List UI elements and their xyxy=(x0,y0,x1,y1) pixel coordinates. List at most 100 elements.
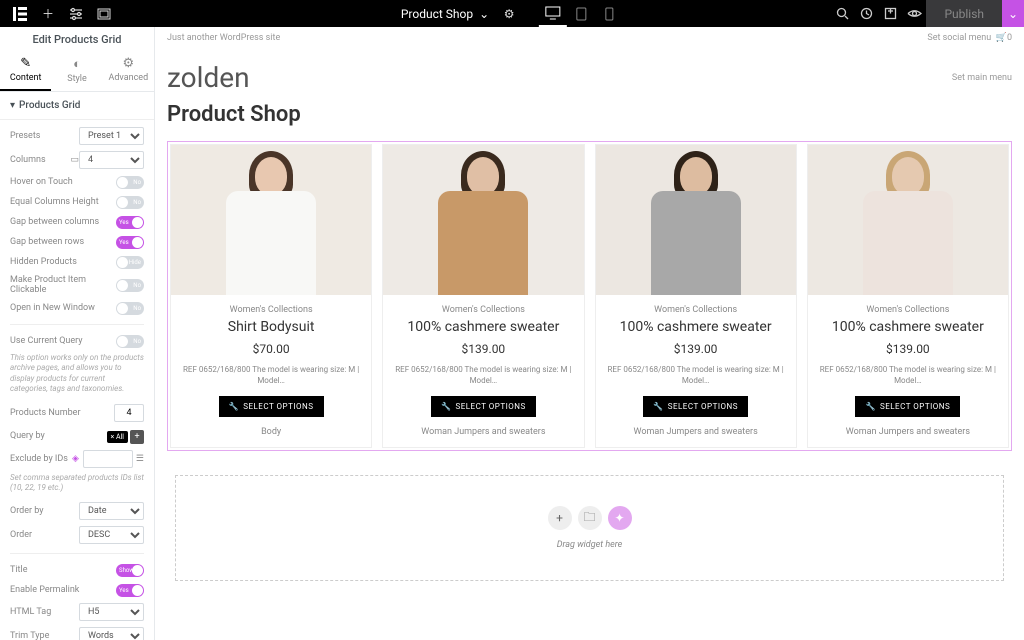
select-html-tag[interactable]: H5 xyxy=(79,603,144,621)
select-options-button[interactable]: 🔧SELECT OPTIONS xyxy=(431,396,536,417)
label-presets: Presets xyxy=(10,131,79,141)
select-presets[interactable]: Preset 1 xyxy=(79,127,144,145)
page-name: Product Shop xyxy=(401,7,473,21)
label-columns: Columns xyxy=(10,155,67,165)
label-permalink: Enable Permalink xyxy=(10,585,116,595)
label-hover: Hover on Touch xyxy=(10,177,116,187)
input-exclude[interactable] xyxy=(83,450,133,468)
product-title: 100% cashmere sweater xyxy=(602,319,790,336)
select-order-by[interactable]: Date xyxy=(79,502,144,520)
mobile-device-icon[interactable] xyxy=(595,0,623,27)
toggle-hidden[interactable]: Hide xyxy=(116,256,144,269)
product-price: $139.00 xyxy=(602,342,790,356)
tab-style[interactable]: ◐Style xyxy=(51,52,102,91)
product-title: Shirt Bodysuit xyxy=(177,319,365,336)
droplet-icon: ◐ xyxy=(51,56,102,72)
product-card[interactable]: Women's Collections100% cashmere sweater… xyxy=(382,144,584,448)
label-gap-columns: Gap between columns xyxy=(10,217,116,227)
gear-icon: ⚙ xyxy=(103,56,154,71)
label-order-by: Order by xyxy=(10,506,79,516)
whats-new-icon[interactable] xyxy=(878,2,902,26)
product-tag: Body xyxy=(177,427,365,437)
page-selector[interactable]: Product Shop ⌄ xyxy=(401,7,489,21)
toggle-clickable[interactable]: No xyxy=(116,279,144,292)
select-trim-type[interactable]: Words xyxy=(79,627,144,640)
history-icon[interactable] xyxy=(854,2,878,26)
drop-zone[interactable]: + 🗀 ✦ Drag widget here xyxy=(175,475,1004,581)
label-hidden: Hidden Products xyxy=(10,257,116,267)
tab-advanced[interactable]: ⚙Advanced xyxy=(103,52,154,91)
product-description: REF 0652/168/800 The model is wearing si… xyxy=(602,364,790,386)
elementor-logo-icon[interactable] xyxy=(8,2,32,26)
add-query-icon[interactable]: + xyxy=(130,430,144,444)
top-toolbar: ＋ Product Shop ⌄ ⚙ Publish ⌄ xyxy=(0,0,1024,27)
label-exclude: Exclude by IDs xyxy=(10,454,69,464)
publish-button[interactable]: Publish xyxy=(926,0,1002,27)
product-category: Women's Collections xyxy=(602,305,790,315)
select-order[interactable]: DESC xyxy=(79,526,144,544)
toggle-title[interactable]: Show xyxy=(116,564,144,577)
toggle-equal-height[interactable]: No xyxy=(116,196,144,209)
label-new-window: Open in New Window xyxy=(10,303,116,313)
select-options-button[interactable]: 🔧SELECT OPTIONS xyxy=(855,396,960,417)
label-use-current-query: Use Current Query xyxy=(10,336,116,346)
search-icon[interactable] xyxy=(830,2,854,26)
product-card[interactable]: Women's CollectionsShirt Bodysuit$70.00R… xyxy=(170,144,372,448)
toggle-new-window[interactable]: No xyxy=(116,302,144,315)
toggle-gap-columns[interactable]: Yes xyxy=(116,216,144,229)
label-equal-height: Equal Columns Height xyxy=(10,197,116,207)
product-price: $139.00 xyxy=(389,342,577,356)
product-price: $70.00 xyxy=(177,342,365,356)
sidebar-title: Edit Products Grid xyxy=(0,27,154,52)
select-columns[interactable]: 4 xyxy=(79,151,144,169)
toggle-use-current-query[interactable]: No xyxy=(116,335,144,348)
responsive-icon[interactable]: ▭ xyxy=(70,155,79,165)
site-brand: zolden xyxy=(167,61,250,94)
product-tag: Woman Jumpers and sweaters xyxy=(814,427,1002,437)
product-tag: Woman Jumpers and sweaters xyxy=(602,427,790,437)
site-settings-icon[interactable] xyxy=(64,2,88,26)
add-element-icon[interactable]: ＋ xyxy=(36,2,60,26)
select-options-button[interactable]: 🔧SELECT OPTIONS xyxy=(643,396,748,417)
select-options-button[interactable]: 🔧SELECT OPTIONS xyxy=(219,396,324,417)
template-library-icon[interactable]: 🗀 xyxy=(578,506,602,530)
product-category: Women's Collections xyxy=(814,305,1002,315)
dynamic-icon[interactable]: ◈ xyxy=(72,454,79,464)
product-tag: Woman Jumpers and sweaters xyxy=(389,427,577,437)
tab-content[interactable]: ✎Content xyxy=(0,52,51,91)
badge-query-all[interactable]: × All xyxy=(107,431,128,443)
editor-canvas: Just another WordPress site Set social m… xyxy=(155,27,1024,640)
tablet-device-icon[interactable] xyxy=(567,0,595,27)
add-section-icon[interactable]: + xyxy=(548,506,572,530)
products-grid-widget[interactable]: Women's Collections Shirt Bodysuit $70.00 R… xyxy=(167,141,1012,451)
main-menu-link[interactable]: Set main menu xyxy=(952,73,1012,83)
product-card[interactable]: Women's Collections100% cashmere sweater… xyxy=(807,144,1009,448)
label-trim-type: Trim Type xyxy=(10,631,79,640)
input-products-number[interactable] xyxy=(114,404,144,422)
product-image xyxy=(171,145,371,295)
toggle-permalink[interactable]: Yes xyxy=(116,584,144,597)
product-card[interactable]: Women's Collections 100% cashmere sweater… xyxy=(595,144,797,448)
page-title: Product Shop xyxy=(167,102,1012,127)
label-html-tag: HTML Tag xyxy=(10,607,79,617)
database-icon[interactable]: ☰ xyxy=(136,454,144,464)
caret-down-icon: ▾ xyxy=(10,100,15,111)
product-image xyxy=(596,145,796,295)
structure-icon[interactable] xyxy=(92,2,116,26)
label-products-number: Products Number xyxy=(10,408,114,418)
toggle-gap-rows[interactable]: Yes xyxy=(116,236,144,249)
social-menu-link[interactable]: Set social menu xyxy=(927,33,991,43)
section-products-grid[interactable]: ▾Products Grid xyxy=(0,92,154,120)
preview-icon[interactable] xyxy=(902,2,926,26)
ai-icon[interactable]: ✦ xyxy=(608,506,632,530)
toggle-hover[interactable]: No xyxy=(116,176,144,189)
publish-options-icon[interactable]: ⌄ xyxy=(1002,0,1024,27)
cart-icon[interactable]: 🛒0 xyxy=(996,33,1012,43)
page-settings-icon[interactable]: ⚙ xyxy=(497,2,521,26)
hint-exclude: Set comma separated products IDs list (1… xyxy=(10,471,144,500)
product-description: REF 0652/168/800 The model is wearing si… xyxy=(814,364,1002,386)
editor-sidebar: Edit Products Grid ✎Content ◐Style ⚙Adva… xyxy=(0,27,155,640)
label-title: Title xyxy=(10,565,116,575)
product-description: REF 0652/168/800 The model is wearing si… xyxy=(389,364,577,386)
desktop-device-icon[interactable] xyxy=(539,0,567,27)
